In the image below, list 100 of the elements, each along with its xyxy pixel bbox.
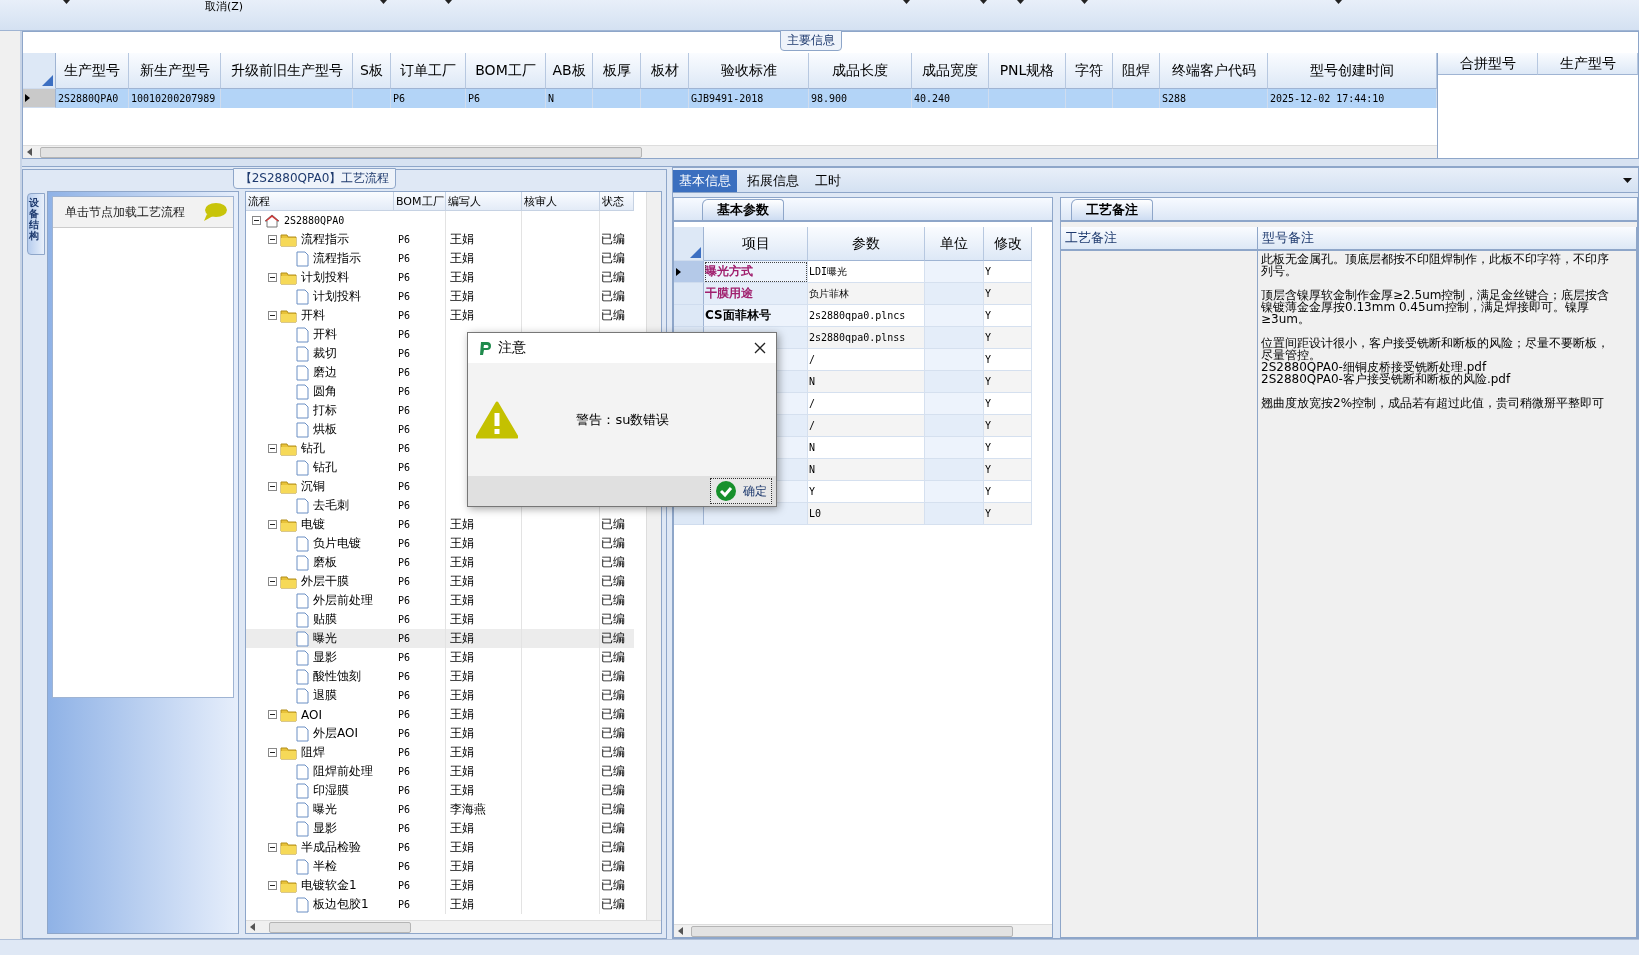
column-header[interactable]: 升级前旧生产型号	[221, 53, 353, 89]
table-cell: GJB9491-2018	[689, 89, 809, 108]
tree-row[interactable]: 磨板 P6 王娟 已编	[246, 553, 634, 572]
table-cell: P6	[398, 728, 411, 739]
node-label: 电镀	[301, 516, 325, 533]
node-label: 显影	[313, 820, 337, 837]
table-cell: P6	[398, 880, 411, 891]
remark-text: 顶层含镍厚软金制作金厚≥2.5um控制，满足金丝键合；底层按含镍镀薄金金厚按0.13mm 0.45um控制，满足焊接即可。镍厚≥3um。	[1261, 289, 1611, 325]
tab[interactable]: 基本信息	[673, 170, 737, 192]
table-cell: N	[546, 89, 593, 108]
column-header[interactable]: 成品长度	[809, 53, 912, 89]
tree-row[interactable]: 印湿膜 P6 王娟 已编	[246, 781, 634, 800]
item-label: CS面菲林号	[705, 307, 771, 324]
group-title: 【2S2880QPA0】工艺流程	[232, 168, 397, 189]
column-header[interactable]: AB板	[546, 53, 593, 89]
table-cell: P6	[398, 804, 411, 815]
tab[interactable]: 基本参数	[702, 199, 784, 220]
table-cell: 已编	[601, 250, 625, 267]
tree-row[interactable]: 退膜 P6 王娟 已编	[246, 686, 634, 705]
column-header[interactable]: 流程	[246, 192, 394, 211]
tab[interactable]: 工时	[809, 170, 847, 192]
node-label: 印湿膜	[313, 782, 349, 799]
column-header[interactable]: 新生产型号	[129, 53, 221, 89]
column-header[interactable]: 生产型号	[1538, 53, 1638, 75]
tree-row[interactable]: 流程指示 P6 王娟 已编	[246, 230, 634, 249]
table-cell: 已编	[601, 744, 625, 761]
tab[interactable]: 拓展信息	[741, 170, 805, 192]
tree-row[interactable]: AOI P6 王娟 已编	[246, 705, 634, 724]
column-header[interactable]: 验收标准	[689, 53, 809, 89]
tree-row[interactable]: 开料 P6 王娟 已编	[246, 306, 634, 325]
side-tab[interactable]: 设备结构	[27, 193, 45, 255]
column-header[interactable]: 项目	[704, 227, 808, 261]
tree-row[interactable]: 外层前处理 P6 王娟 已编	[246, 591, 634, 610]
tree-row[interactable]: 外层干膜 P6 王娟 已编	[246, 572, 634, 591]
tree-row[interactable]: 电镀软金1 P6 王娟 已编	[246, 876, 634, 895]
column-header[interactable]: PNL规格	[989, 53, 1066, 89]
tree-row[interactable]: 曝光 P6 李海燕 已编	[246, 800, 634, 819]
table-cell: P6	[398, 443, 411, 454]
column-header[interactable]: S板	[353, 53, 391, 89]
tree-row[interactable]: 显影 P6 王娟 已编	[246, 648, 634, 667]
column-header[interactable]: 型号备注	[1258, 227, 1637, 251]
column-header[interactable]: 修改	[984, 227, 1032, 261]
tree-row[interactable]: 阻焊 P6 王娟 已编	[246, 743, 634, 762]
column-header[interactable]: BOM工厂	[466, 53, 546, 89]
column-header[interactable]: 参数	[808, 227, 925, 261]
column-header[interactable]: 成品宽度	[912, 53, 989, 89]
column-header[interactable]: 状态	[600, 192, 634, 211]
table-cell: 2s2880qpa0.plnss	[808, 327, 925, 349]
table-cell: /	[808, 415, 925, 437]
node-label: 半成品检验	[301, 839, 361, 856]
ok-button[interactable]: 确定	[710, 478, 772, 504]
table-cell: 已编	[601, 668, 625, 685]
table-cell: P6	[398, 633, 411, 644]
tab[interactable]: 工艺备注	[1071, 199, 1153, 220]
tree-row[interactable]: 阻焊前处理 P6 王娟 已编	[246, 762, 634, 781]
group-title: 主要信息	[779, 30, 842, 51]
table-cell: P6	[398, 500, 411, 511]
tree-row[interactable]: 半检 P6 王娟 已编	[246, 857, 634, 876]
node-label: 去毛刺	[313, 497, 349, 514]
tree-row[interactable]: 板边包胶1 P6 王娟 已编	[246, 895, 634, 914]
node-label: 显影	[313, 649, 337, 666]
column-header[interactable]: 单位	[925, 227, 984, 261]
tree-row[interactable]: 计划投料 P6 王娟 已编	[246, 287, 634, 306]
node-label: 2S2880QPA0	[284, 215, 345, 226]
table-cell: P6	[398, 519, 411, 530]
table-cell: 已编	[601, 231, 625, 248]
hint-bar[interactable]: 单击节点加载工艺流程	[53, 197, 233, 228]
tree-row[interactable]: 曝光 P6 王娟 已编	[246, 629, 634, 648]
tree-row[interactable]: 2S2880QPA0	[246, 211, 634, 230]
table-cell: 王娟	[450, 535, 474, 552]
column-header[interactable]: 生产型号	[56, 53, 129, 89]
column-header[interactable]: 字符	[1066, 53, 1113, 89]
column-header[interactable]: 终端客户代码	[1160, 53, 1268, 89]
column-header[interactable]: 工艺备注	[1061, 227, 1258, 251]
tree-row[interactable]: 外层AOI P6 王娟 已编	[246, 724, 634, 743]
column-header[interactable]: 合拼型号	[1438, 53, 1538, 75]
table-cell: 王娟	[450, 839, 474, 856]
tree-row[interactable]: 计划投料 P6 王娟 已编	[246, 268, 634, 287]
tree-row[interactable]: 酸性蚀刻 P6 王娟 已编	[246, 667, 634, 686]
column-header[interactable]: 板厚	[593, 53, 641, 89]
tree-row[interactable]: 电镀 P6 王娟 已编	[246, 515, 634, 534]
table-cell: 王娟	[450, 725, 474, 742]
cancel-label[interactable]: 取消(Z)	[205, 0, 244, 13]
tree-row[interactable]: 负片电镀 P6 王娟 已编	[246, 534, 634, 553]
column-header[interactable]: 阻焊	[1113, 53, 1160, 89]
table-cell: /	[808, 349, 925, 371]
table-cell: Y	[984, 459, 1032, 481]
column-header[interactable]: 订单工厂	[391, 53, 466, 89]
table-cell: 王娟	[450, 877, 474, 894]
tree-row[interactable]: 显影 P6 王娟 已编	[246, 819, 634, 838]
column-header[interactable]: 编写人	[446, 192, 522, 211]
column-header[interactable]: BOM工厂	[394, 192, 446, 211]
table-cell: 已编	[601, 801, 625, 818]
tree-row[interactable]: 半成品检验 P6 王娟 已编	[246, 838, 634, 857]
column-header[interactable]: 核审人	[522, 192, 600, 211]
tree-row[interactable]: 流程指示 P6 王娟 已编	[246, 249, 634, 268]
column-header[interactable]: 板材	[641, 53, 689, 89]
node-label: 圆角	[313, 383, 337, 400]
column-header[interactable]: 型号创建时间	[1268, 53, 1437, 89]
table-cell: /	[808, 393, 925, 415]
